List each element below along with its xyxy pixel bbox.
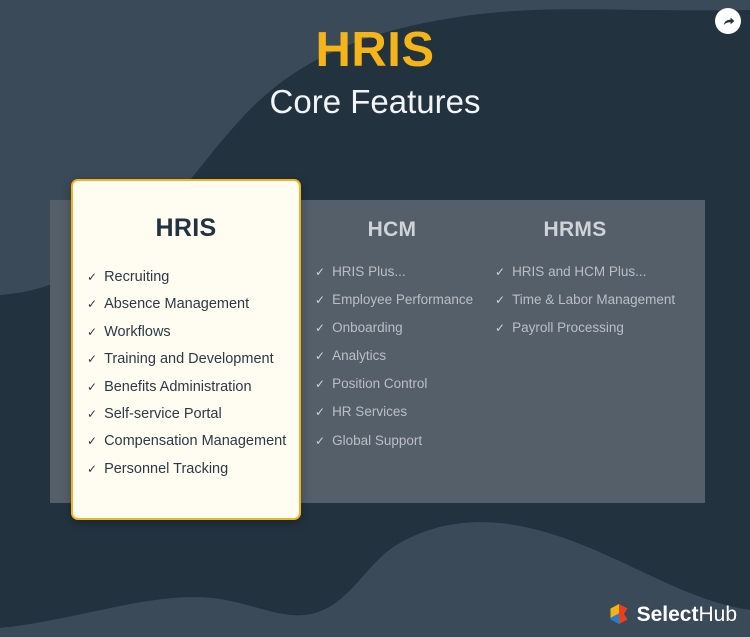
list-item: ✓ Workflows bbox=[87, 325, 299, 340]
feature-label: Time & Labor Management bbox=[512, 292, 676, 308]
feature-label: Personnel Tracking bbox=[104, 460, 229, 477]
feature-label: HRIS and HCM Plus... bbox=[512, 264, 647, 279]
highlighted-card-hris[interactable]: HRIS ✓ Recruiting ✓ Absence Management ✓… bbox=[71, 179, 301, 520]
feature-label: Benefits Administration bbox=[104, 378, 252, 395]
list-item: ✓ Analytics bbox=[315, 349, 485, 363]
check-icon: ✓ bbox=[315, 265, 326, 279]
share-button[interactable] bbox=[715, 8, 741, 34]
check-icon: ✓ bbox=[315, 293, 326, 308]
feature-list-hcm: ✓ HRIS Plus... ✓ Employee Performance ✓ … bbox=[315, 265, 485, 447]
check-icon: ✓ bbox=[315, 377, 326, 392]
feature-label: Absence Management bbox=[104, 296, 250, 313]
check-icon: ✓ bbox=[315, 433, 326, 448]
feature-label: Recruiting bbox=[104, 269, 170, 285]
list-item: ✓ Position Control bbox=[315, 377, 485, 391]
comparison-column-hrms: HRMS ✓ HRIS and HCM Plus... ✓ Time & Lab… bbox=[485, 200, 705, 503]
check-icon: ✓ bbox=[87, 270, 98, 284]
check-icon: ✓ bbox=[495, 321, 506, 336]
list-item: ✓ Compensation Management bbox=[87, 434, 299, 449]
column-heading-hcm: HCM bbox=[367, 218, 417, 241]
check-icon: ✓ bbox=[87, 379, 98, 394]
list-item: ✓ Global Support bbox=[315, 434, 485, 448]
selecthub-cube-icon bbox=[610, 604, 628, 624]
list-item: ✓ Self-service Portal bbox=[87, 407, 299, 422]
feature-label: Self-service Portal bbox=[104, 405, 222, 422]
check-icon: ✓ bbox=[495, 265, 506, 279]
feature-label: Position Control bbox=[332, 376, 428, 392]
check-icon: ✓ bbox=[87, 461, 98, 476]
check-icon: ✓ bbox=[315, 405, 326, 420]
feature-label: Onboarding bbox=[332, 320, 403, 336]
share-arrow-icon bbox=[723, 17, 734, 25]
check-icon: ✓ bbox=[87, 324, 98, 339]
column-heading-hrms: HRMS bbox=[543, 218, 607, 241]
list-item: ✓ HRIS Plus... bbox=[315, 265, 485, 279]
list-item: ✓ Benefits Administration bbox=[87, 380, 299, 395]
feature-label: Global Support bbox=[332, 432, 423, 448]
check-icon: ✓ bbox=[315, 349, 326, 364]
feature-label: Workflows bbox=[104, 323, 171, 340]
feature-label: Payroll Processing bbox=[512, 320, 624, 336]
list-item: ✓ HR Services bbox=[315, 405, 485, 419]
feature-label: Analytics bbox=[332, 348, 387, 364]
feature-label: HR Services bbox=[332, 404, 408, 420]
check-icon: ✓ bbox=[87, 434, 98, 449]
list-item: ✓ Onboarding bbox=[315, 321, 485, 335]
check-icon: ✓ bbox=[315, 321, 326, 336]
list-item: ✓ Employee Performance bbox=[315, 293, 485, 307]
brand-logo[interactable]: SelectHub bbox=[609, 603, 737, 625]
list-item: ✓ Absence Management bbox=[87, 297, 299, 312]
check-icon: ✓ bbox=[87, 297, 98, 312]
page-subtitle: Core Features bbox=[269, 83, 481, 121]
feature-label: Employee Performance bbox=[332, 292, 474, 308]
list-item: ✓ Payroll Processing bbox=[495, 321, 705, 335]
page-header: HRIS Core Features bbox=[0, 0, 750, 122]
list-item: ✓ HRIS and HCM Plus... bbox=[495, 265, 705, 279]
check-icon: ✓ bbox=[495, 293, 506, 308]
feature-label: Compensation Management bbox=[104, 433, 287, 450]
brand-name-bold: Select bbox=[636, 602, 699, 626]
list-item: ✓ Training and Development bbox=[87, 352, 299, 367]
check-icon: ✓ bbox=[87, 352, 98, 367]
comparison-column-hcm: HCM ✓ HRIS Plus... ✓ Employee Performanc… bbox=[305, 200, 485, 503]
feature-list-hrms: ✓ HRIS and HCM Plus... ✓ Time & Labor Ma… bbox=[495, 265, 705, 335]
feature-label: Training and Development bbox=[104, 351, 274, 368]
list-item: ✓ Recruiting bbox=[87, 270, 299, 285]
brand-wordmark: SelectHub bbox=[637, 604, 737, 625]
page-title: HRIS bbox=[315, 23, 435, 77]
list-item: ✓ Time & Labor Management bbox=[495, 293, 705, 307]
feature-list-hris: ✓ Recruiting ✓ Absence Management ✓ Work… bbox=[87, 270, 299, 476]
card-heading-hris: HRIS bbox=[155, 214, 217, 242]
brand-name-light: Hub bbox=[698, 602, 737, 626]
list-item: ✓ Personnel Tracking bbox=[87, 462, 299, 477]
check-icon: ✓ bbox=[87, 406, 98, 421]
feature-label: HRIS Plus... bbox=[332, 264, 406, 279]
